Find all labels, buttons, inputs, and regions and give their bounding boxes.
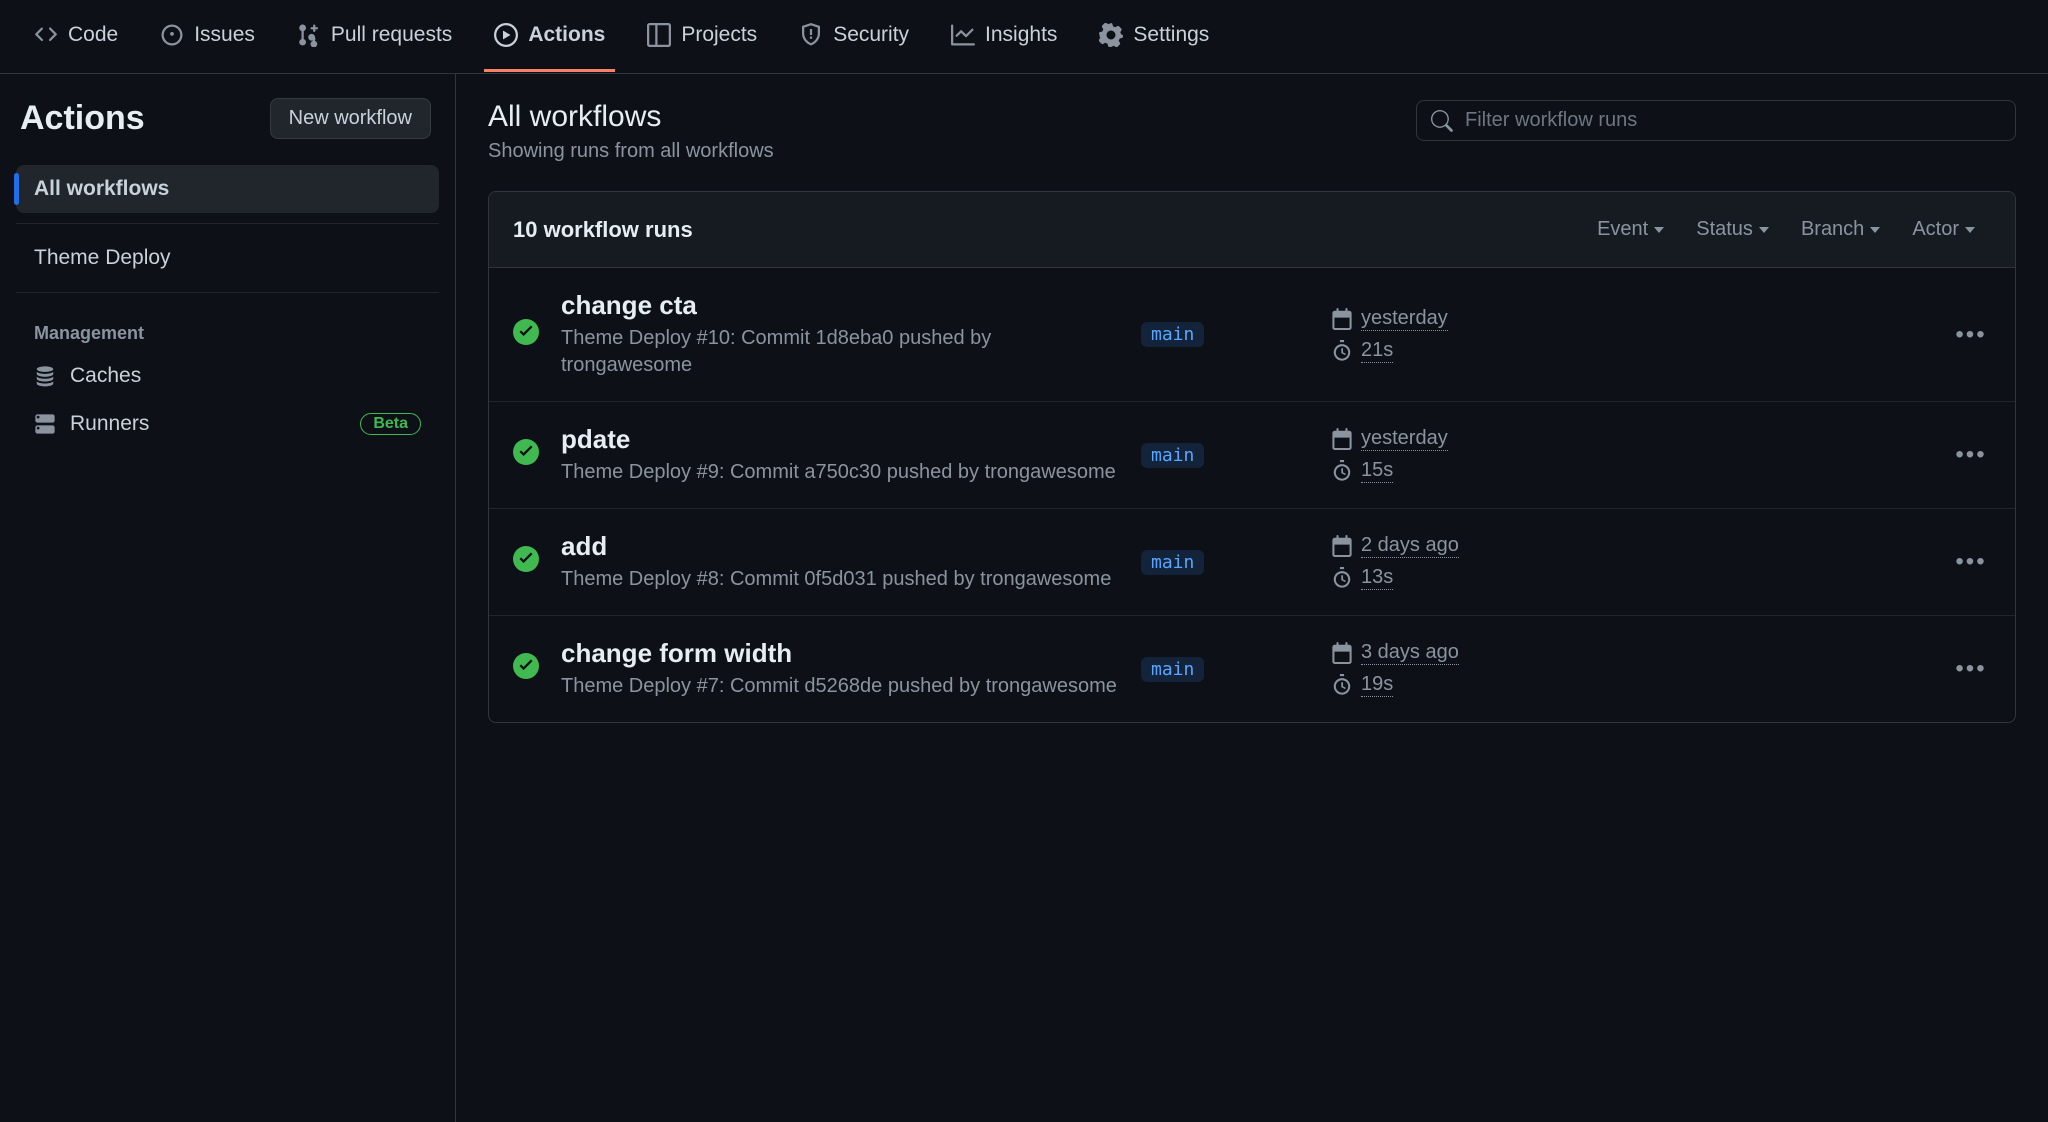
search-icon xyxy=(1431,110,1453,132)
run-duration: 15s xyxy=(1361,459,1393,483)
tab-security[interactable]: Security xyxy=(789,1,919,72)
tab-label: Projects xyxy=(681,23,757,47)
play-icon xyxy=(494,23,518,47)
search-input[interactable] xyxy=(1465,109,2001,132)
page-title: All workflows xyxy=(488,100,774,134)
calendar-icon xyxy=(1331,642,1353,664)
stopwatch-icon xyxy=(1331,460,1353,482)
run-title: change cta xyxy=(561,290,1121,321)
runs-table: 10 workflow runs Event Status Branch Act… xyxy=(488,191,2016,723)
tab-label: Pull requests xyxy=(331,23,452,47)
pull-request-icon xyxy=(297,23,321,47)
run-duration: 19s xyxy=(1361,673,1393,697)
sidebar-item-runners[interactable]: Runners Beta xyxy=(16,400,439,448)
gear-icon xyxy=(1099,23,1123,47)
repo-nav: Code Issues Pull requests Actions Projec… xyxy=(0,0,2048,74)
code-icon xyxy=(34,23,58,47)
sidebar-item-workflow[interactable]: Theme Deploy xyxy=(16,234,439,282)
sidebar: Actions New workflow All workflows Theme… xyxy=(0,74,456,1122)
run-row[interactable]: pdate Theme Deploy #9: Commit a750c30 pu… xyxy=(489,402,2015,509)
runs-header: 10 workflow runs Event Status Branch Act… xyxy=(489,192,2015,268)
run-date: yesterday xyxy=(1361,307,1448,331)
run-subtitle: Theme Deploy #9: Commit a750c30 pushed b… xyxy=(561,459,1121,486)
tab-projects[interactable]: Projects xyxy=(637,1,767,72)
new-workflow-button[interactable]: New workflow xyxy=(270,98,431,139)
table-icon xyxy=(647,23,671,47)
sidebar-title: Actions xyxy=(20,99,145,138)
page-subtitle: Showing runs from all workflows xyxy=(488,140,774,163)
tab-code[interactable]: Code xyxy=(24,1,128,72)
calendar-icon xyxy=(1331,308,1353,330)
tab-label: Settings xyxy=(1133,23,1209,47)
caret-down-icon xyxy=(1870,227,1880,233)
run-subtitle: Theme Deploy #8: Commit 0f5d031 pushed b… xyxy=(561,566,1121,593)
run-row[interactable]: change cta Theme Deploy #10: Commit 1d8e… xyxy=(489,268,2015,402)
sidebar-item-label: All workflows xyxy=(34,177,169,201)
status-success-icon xyxy=(513,653,541,685)
status-success-icon xyxy=(513,546,541,578)
run-date: 3 days ago xyxy=(1361,641,1459,665)
tab-insights[interactable]: Insights xyxy=(941,1,1067,72)
tab-issues[interactable]: Issues xyxy=(150,1,265,72)
status-success-icon xyxy=(513,439,541,471)
tab-label: Code xyxy=(68,23,118,47)
caret-down-icon xyxy=(1759,227,1769,233)
tab-label: Actions xyxy=(528,23,605,47)
stopwatch-icon xyxy=(1331,567,1353,589)
tab-label: Issues xyxy=(194,23,255,47)
run-row[interactable]: change form width Theme Deploy #7: Commi… xyxy=(489,616,2015,722)
run-menu-button[interactable]: ••• xyxy=(1951,321,1991,349)
caret-down-icon xyxy=(1654,227,1664,233)
run-title: change form width xyxy=(561,638,1121,669)
run-duration: 13s xyxy=(1361,566,1393,590)
run-subtitle: Theme Deploy #10: Commit 1d8eba0 pushed … xyxy=(561,325,1121,379)
filter-event[interactable]: Event xyxy=(1581,214,1680,245)
sidebar-item-label: Theme Deploy xyxy=(34,246,171,270)
branch-tag[interactable]: main xyxy=(1141,443,1204,468)
branch-tag[interactable]: main xyxy=(1141,657,1204,682)
sidebar-section-management: Management xyxy=(16,303,439,352)
tab-settings[interactable]: Settings xyxy=(1089,1,1219,72)
run-date: 2 days ago xyxy=(1361,534,1459,558)
tab-label: Security xyxy=(833,23,909,47)
branch-tag[interactable]: main xyxy=(1141,322,1204,347)
divider xyxy=(16,223,439,224)
calendar-icon xyxy=(1331,428,1353,450)
stopwatch-icon xyxy=(1331,674,1353,696)
tab-actions[interactable]: Actions xyxy=(484,1,615,72)
beta-badge: Beta xyxy=(360,413,421,435)
issue-icon xyxy=(160,23,184,47)
run-subtitle: Theme Deploy #7: Commit d5268de pushed b… xyxy=(561,673,1121,700)
run-row[interactable]: add Theme Deploy #8: Commit 0f5d031 push… xyxy=(489,509,2015,616)
run-menu-button[interactable]: ••• xyxy=(1951,548,1991,576)
calendar-icon xyxy=(1331,535,1353,557)
runs-count: 10 workflow runs xyxy=(513,217,1581,243)
graph-icon xyxy=(951,23,975,47)
search-box[interactable] xyxy=(1416,100,2016,141)
run-menu-button[interactable]: ••• xyxy=(1951,655,1991,683)
run-title: add xyxy=(561,531,1121,562)
run-duration: 21s xyxy=(1361,339,1393,363)
branch-tag[interactable]: main xyxy=(1141,550,1204,575)
shield-icon xyxy=(799,23,823,47)
run-menu-button[interactable]: ••• xyxy=(1951,441,1991,469)
run-date: yesterday xyxy=(1361,427,1448,451)
stopwatch-icon xyxy=(1331,340,1353,362)
run-title: pdate xyxy=(561,424,1121,455)
filter-branch[interactable]: Branch xyxy=(1785,214,1896,245)
sidebar-item-label: Caches xyxy=(70,364,141,388)
main-content: All workflows Showing runs from all work… xyxy=(456,74,2048,1122)
sidebar-item-all-workflows[interactable]: All workflows xyxy=(16,165,439,213)
tab-label: Insights xyxy=(985,23,1057,47)
caret-down-icon xyxy=(1965,227,1975,233)
filter-actor[interactable]: Actor xyxy=(1896,214,1991,245)
tab-pull-requests[interactable]: Pull requests xyxy=(287,1,462,72)
sidebar-item-label: Runners xyxy=(70,412,149,436)
status-success-icon xyxy=(513,319,541,351)
filter-status[interactable]: Status xyxy=(1680,214,1785,245)
sidebar-item-caches[interactable]: Caches xyxy=(16,352,439,400)
database-icon xyxy=(34,365,56,387)
server-icon xyxy=(34,413,56,435)
divider xyxy=(16,292,439,293)
